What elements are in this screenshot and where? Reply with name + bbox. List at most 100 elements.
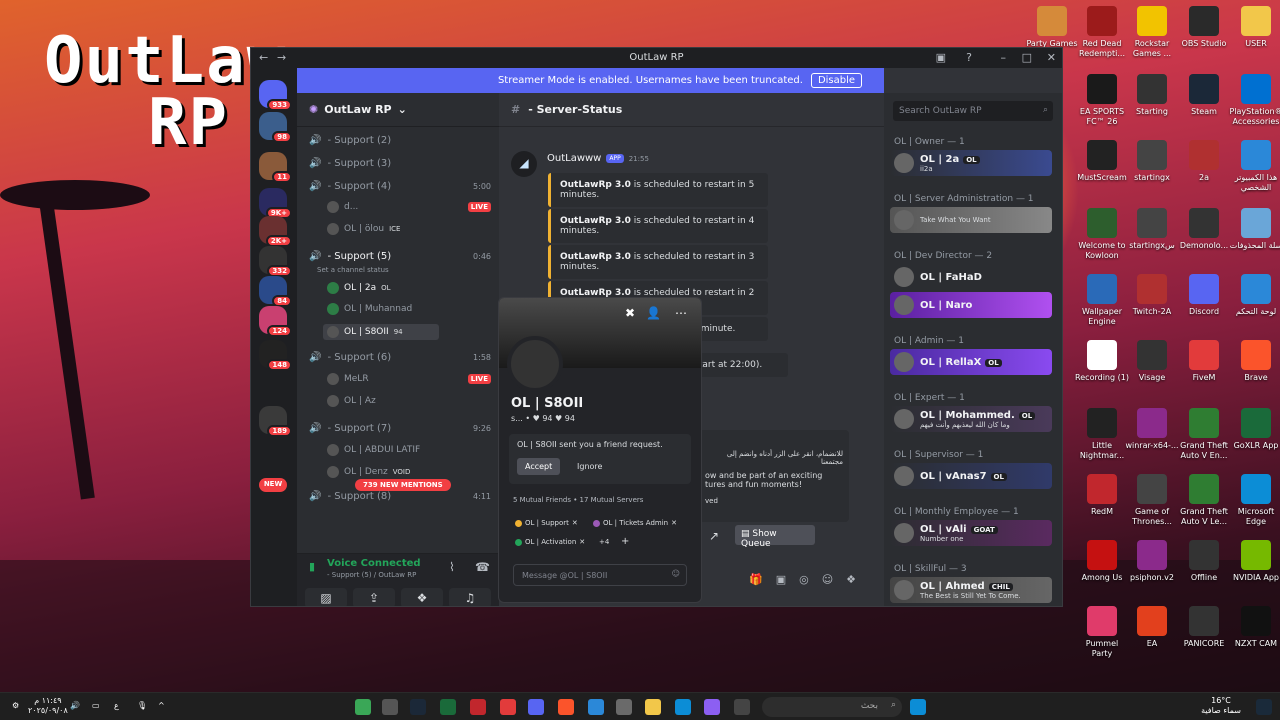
clock[interactable]: ١١:٤٩ م ٢٠٢٥/٠٩/٠٨ xyxy=(28,696,68,716)
voice-channel-active[interactable]: 🔊 - Support (5) 0:46 xyxy=(309,251,491,262)
desktop-shortcut[interactable]: Grand Theft Auto V En... xyxy=(1177,408,1231,461)
member-row[interactable]: OL | Mohammed. OL وما كان الله ليعذبهم وأن… xyxy=(890,406,1052,432)
taskbar-brave-icon[interactable] xyxy=(558,699,574,715)
voice-member[interactable]: OL | Muhannad xyxy=(327,303,491,315)
desktop-shortcut[interactable]: Microsoft Edge xyxy=(1229,474,1280,527)
help-icon[interactable]: ? xyxy=(966,51,972,64)
voice-member[interactable]: OL | Az xyxy=(327,395,491,407)
mutual-info[interactable]: 5 Mutual Friends • 17 Mutual Servers xyxy=(513,496,643,504)
taskbar-app-icon[interactable] xyxy=(440,699,456,715)
voice-channel[interactable]: 🔊 - Support (7) 9:26 xyxy=(309,423,491,434)
composer-buttons[interactable]: 🎁▣◎☺❖ xyxy=(749,573,869,586)
desktop-shortcut[interactable]: PlayStation® Accessories xyxy=(1229,74,1280,127)
camera-button[interactable]: ▨ xyxy=(305,588,347,606)
member-row[interactable]: OL | Ahmed CHIL The Best is Still Yet To C… xyxy=(890,577,1052,603)
disable-streamer-button[interactable]: Disable xyxy=(810,73,863,88)
member-row[interactable]: OL | Naro xyxy=(890,292,1052,318)
voice-member[interactable]: OL | 2a OL xyxy=(327,282,491,294)
server-icon[interactable]: 124 xyxy=(259,306,292,337)
member-row[interactable]: OL | FaHaD xyxy=(890,264,1052,290)
new-mentions-pill[interactable]: 739 NEW MENTIONS xyxy=(355,479,451,491)
desktop-shortcut[interactable]: Steam xyxy=(1177,74,1231,117)
desktop-shortcut[interactable]: Twitch-2A xyxy=(1125,274,1179,317)
voice-channel[interactable]: 🔊 - Support (3) xyxy=(309,158,491,169)
desktop-shortcut[interactable]: Brave xyxy=(1229,340,1280,383)
server-icon[interactable]: 332 xyxy=(259,246,292,277)
member-row[interactable]: Take What You Want xyxy=(890,207,1052,233)
microphone-icon[interactable]: 🎙 xyxy=(137,701,147,711)
desktop-shortcut[interactable]: Game of Thrones... xyxy=(1125,474,1179,527)
server-icon[interactable]: 9K+ xyxy=(259,188,292,219)
desktop-shortcut[interactable]: لوحة التحكم xyxy=(1229,274,1280,317)
volume-icon[interactable]: 🔊 xyxy=(70,701,80,711)
taskbar-edge-icon[interactable] xyxy=(675,699,691,715)
desktop-shortcut[interactable]: Grand Theft Auto V Le... xyxy=(1177,474,1231,527)
voice-member[interactable]: OL | ABDUI LATIF xyxy=(327,444,491,456)
weather-widget[interactable]: 16°C سماء صافية xyxy=(1190,696,1252,716)
disconnect-icon[interactable]: ☎ xyxy=(475,560,490,574)
member-row[interactable]: OL | vAli GOAT Number one xyxy=(890,520,1052,546)
desktop-shortcut[interactable]: EA SPORTS FC™ 26 xyxy=(1075,74,1129,127)
desktop-shortcut[interactable]: MustScream xyxy=(1075,140,1129,183)
desktop-shortcut[interactable]: USER xyxy=(1229,6,1280,49)
message-author[interactable]: OutLawww xyxy=(547,153,601,164)
desktop-shortcut[interactable]: Party Games xyxy=(1025,6,1079,49)
member-search-input[interactable]: Search OutLaw RP ⌕ xyxy=(893,101,1053,121)
desktop-shortcut[interactable]: startingx xyxy=(1125,140,1179,183)
taskbar-app-icon[interactable] xyxy=(382,699,398,715)
channel-status-hint[interactable]: Set a channel status xyxy=(317,266,491,274)
taskbar-app-icon[interactable] xyxy=(470,699,486,715)
taskbar-discord-icon[interactable] xyxy=(528,699,544,715)
taskbar-app-icon[interactable] xyxy=(588,699,604,715)
emoji-icon[interactable]: ☺ xyxy=(672,569,680,578)
desktop-shortcut[interactable]: Wallpaper Engine xyxy=(1075,274,1129,327)
desktop-shortcut[interactable]: OBS Studio xyxy=(1177,6,1231,49)
server-icon[interactable]: 11 xyxy=(259,152,292,183)
server-icon[interactable]: 933 xyxy=(259,80,292,111)
voice-member[interactable]: MeLR LIVE xyxy=(327,373,491,385)
server-header[interactable]: ✺ OutLaw RP ⌄ 👤 xyxy=(297,93,539,127)
member-row[interactable]: OL | 2a OL ii2a xyxy=(890,150,1052,176)
voice-channel[interactable]: 🔊 - Support (6) 1:58 xyxy=(309,352,491,363)
taskbar-app-icon[interactable] xyxy=(734,699,750,715)
server-icon[interactable]: 148 xyxy=(259,340,292,371)
show-queue-button[interactable]: ▤ Show Queue xyxy=(735,525,815,549)
message-input[interactable]: Message @OL | S8OII ☺ xyxy=(513,564,687,586)
start-icon[interactable] xyxy=(910,699,926,715)
close-icon[interactable]: ✕ xyxy=(1047,51,1056,64)
desktop-shortcut[interactable]: Welcome to Kowloon xyxy=(1075,208,1129,261)
desktop-shortcut[interactable]: startingxس xyxy=(1125,208,1179,251)
bot-avatar[interactable]: ◢ xyxy=(511,151,537,177)
desktop-shortcut[interactable]: psiphon.v2 xyxy=(1125,540,1179,583)
desktop-shortcut[interactable]: EA xyxy=(1125,606,1179,649)
desktop-shortcut[interactable]: winrar-x64-... xyxy=(1125,408,1179,451)
voice-channel[interactable]: 🔊 - Support (2) xyxy=(309,135,491,146)
block-icon[interactable]: ✖ xyxy=(625,306,635,320)
minimize-icon[interactable]: – xyxy=(1001,51,1007,64)
taskbar-steam-icon[interactable] xyxy=(410,699,426,715)
taskbar-app-icon[interactable] xyxy=(704,699,720,715)
desktop-shortcut[interactable]: Among Us xyxy=(1075,540,1129,583)
desktop-shortcut[interactable]: Pummel Party xyxy=(1075,606,1129,659)
profile-avatar[interactable] xyxy=(507,336,563,392)
chevron-up-icon[interactable]: ^ xyxy=(158,701,165,711)
voice-member[interactable]: d... LIVE xyxy=(327,201,491,213)
taskbar-explorer-icon[interactable] xyxy=(645,699,661,715)
taskbar-app-icon[interactable] xyxy=(616,699,632,715)
voice-channel[interactable]: 🔊 - Support (8) 4:11 xyxy=(309,491,491,502)
taskbar-fivem-icon[interactable] xyxy=(500,699,516,715)
server-icon[interactable]: 84 xyxy=(259,276,292,307)
external-link-icon[interactable]: ↗ xyxy=(709,529,719,543)
voice-member[interactable]: OL | Denz VOID xyxy=(327,466,491,478)
screen-share-button[interactable]: ⇪ xyxy=(353,588,395,606)
desktop-shortcut[interactable]: Red Dead Redempti... xyxy=(1075,6,1129,59)
desktop-shortcut[interactable]: Little Nightmar... xyxy=(1075,408,1129,461)
add-friend-icon[interactable]: 👤 xyxy=(646,306,661,320)
desktop-shortcut[interactable]: Discord xyxy=(1177,274,1231,317)
accept-button[interactable]: Accept xyxy=(517,458,561,475)
server-icon[interactable]: 2K+ xyxy=(259,216,292,247)
desktop-shortcut[interactable]: Demonolo... xyxy=(1177,208,1231,251)
desktop-shortcut[interactable]: Visage xyxy=(1125,340,1179,383)
activities-button[interactable]: ❖ xyxy=(401,588,443,606)
desktop-shortcut[interactable]: Starting xyxy=(1125,74,1179,117)
